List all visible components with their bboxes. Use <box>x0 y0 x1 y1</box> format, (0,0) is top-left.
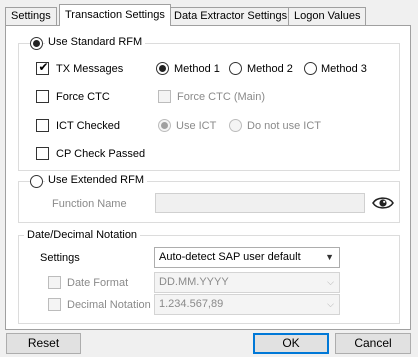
date-format-checkbox[interactable] <box>48 276 61 289</box>
settings-select[interactable]: Auto-detect SAP user default ▼ <box>154 247 340 268</box>
date-format-select[interactable]: DD.MM.YYYY ⌵ <box>154 272 340 293</box>
force-ctc-main-label: Force CTC (Main) <box>177 91 266 103</box>
use-ict-label: Use ICT <box>176 120 217 132</box>
checkmark-icon: ✔ <box>38 60 49 74</box>
method-2-radio[interactable] <box>229 62 242 75</box>
method-3-label: Method 3 <box>321 63 367 75</box>
settings-label: Settings <box>40 252 80 264</box>
ok-button[interactable]: OK <box>253 333 329 354</box>
function-name-input[interactable] <box>155 193 365 213</box>
use-standard-rfm-radio[interactable] <box>30 37 43 50</box>
do-not-use-ict-label: Do not use ICT <box>247 120 321 132</box>
use-ict-radio[interactable] <box>158 119 171 132</box>
date-format-label: Date Format <box>67 277 129 289</box>
settings-select-value: Auto-detect SAP user default <box>159 251 301 263</box>
force-ctc-main-checkbox[interactable] <box>158 90 171 103</box>
ict-checked-checkbox[interactable] <box>36 119 49 132</box>
method-1-label: Method 1 <box>174 63 220 75</box>
method-2-label: Method 2 <box>247 63 293 75</box>
function-name-label: Function Name <box>52 198 127 210</box>
date-format-select-value: DD.MM.YYYY <box>159 276 229 288</box>
force-ctc-checkbox[interactable] <box>36 90 49 103</box>
tab-transaction-settings[interactable]: Transaction Settings <box>59 4 171 26</box>
date-decimal-group-title: Date/Decimal Notation <box>24 229 141 241</box>
cancel-button[interactable]: Cancel <box>335 333 411 354</box>
use-standard-rfm-label: Use Standard RFM <box>45 36 146 48</box>
decimal-notation-select[interactable]: 1.234.567,89 ⌵ <box>154 294 340 315</box>
ict-checked-label: ICT Checked <box>56 120 120 132</box>
eye-icon[interactable] <box>372 195 394 214</box>
tx-messages-checkbox[interactable]: ✔ <box>36 60 49 75</box>
decimal-notation-label: Decimal Notation <box>67 299 151 311</box>
reset-button[interactable]: Reset <box>6 333 81 354</box>
force-ctc-label: Force CTC <box>56 91 110 103</box>
tab-logon-values[interactable]: Logon Values <box>288 7 367 25</box>
use-extended-rfm-radio[interactable] <box>30 175 43 188</box>
cp-check-passed-label: CP Check Passed <box>56 148 146 160</box>
chevron-down-icon: ▼ <box>325 252 334 262</box>
decimal-notation-checkbox[interactable] <box>48 298 61 311</box>
tx-messages-label: TX Messages <box>56 63 124 75</box>
chevron-down-icon: ⌵ <box>327 299 334 309</box>
tab-data-extractor-settings[interactable]: Data Extractor Settings <box>168 7 294 25</box>
method-3-radio[interactable] <box>304 62 317 75</box>
cp-check-passed-checkbox[interactable] <box>36 147 49 160</box>
tab-settings[interactable]: Settings <box>5 7 57 25</box>
do-not-use-ict-radio[interactable] <box>229 119 242 132</box>
method-1-radio[interactable] <box>156 62 169 75</box>
chevron-down-icon: ⌵ <box>327 277 334 287</box>
decimal-notation-select-value: 1.234.567,89 <box>159 298 224 310</box>
use-extended-rfm-label: Use Extended RFM <box>45 174 147 186</box>
